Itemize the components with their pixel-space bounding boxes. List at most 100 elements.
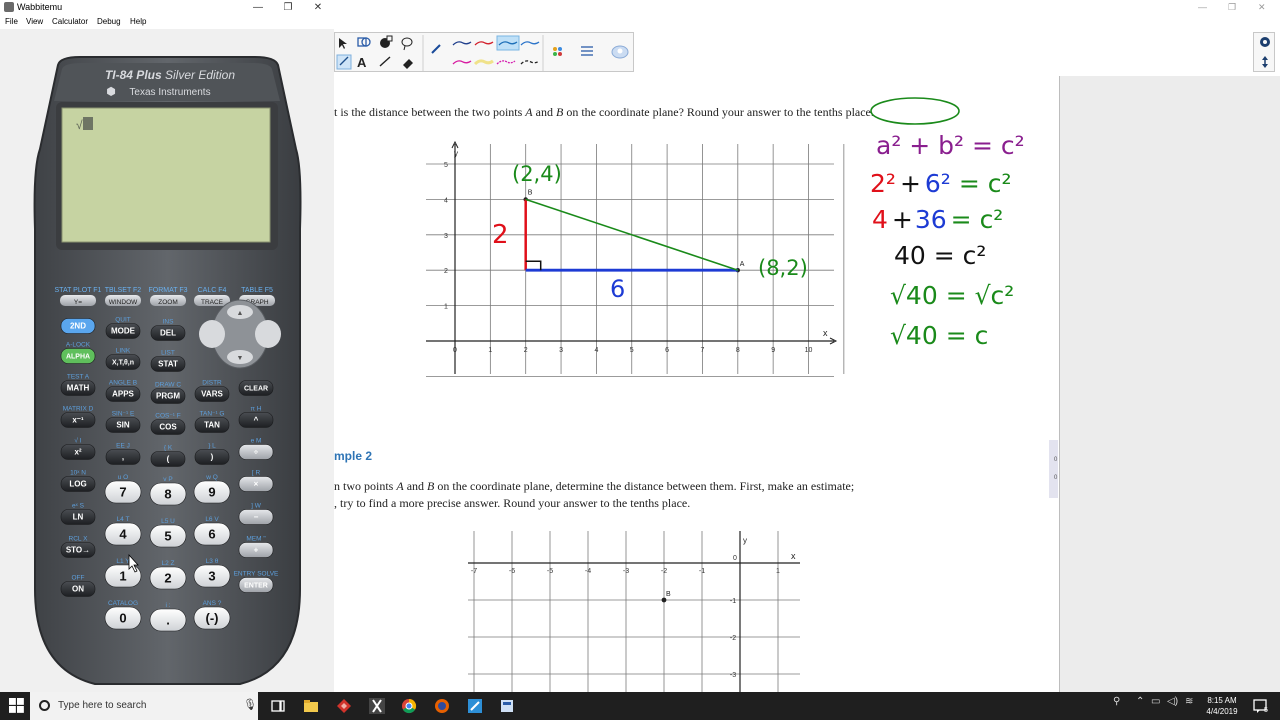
fill-icon[interactable] [380, 35, 393, 48]
windows-start-icon[interactable] [9, 698, 25, 714]
x-tick-label: 1 [488, 347, 492, 354]
key-label: DEL [160, 329, 176, 338]
key-label: SIN [116, 421, 130, 430]
x-tick-label: 10 [805, 347, 813, 354]
shapes-icon[interactable] [357, 37, 371, 47]
insert-icon[interactable] [553, 47, 562, 56]
file-explorer-icon[interactable] [303, 698, 319, 714]
x-tick-label: 1 [776, 568, 780, 575]
key-secondary-label: ANS ? [203, 600, 222, 607]
key-secondary-label: eˣ S [72, 503, 85, 510]
calculator-area: TI-84 Plus Silver Edition Texas Instrume… [0, 29, 334, 692]
chrome-icon[interactable] [401, 698, 417, 714]
pen-blue-icon[interactable] [452, 41, 472, 46]
key-label: LOG [69, 480, 86, 489]
key-label: MATH [67, 384, 90, 393]
x-tick-label: 3 [559, 347, 563, 354]
squares-line: 4 +36 = c² [872, 205, 1003, 234]
pen-dashed-icon[interactable] [496, 60, 516, 65]
eraser-icon[interactable] [403, 59, 413, 69]
key-secondary-label: { K [164, 445, 173, 452]
line-icon[interactable] [379, 56, 391, 67]
menu-help[interactable]: Help [130, 17, 146, 26]
key-secondary-label: e M [251, 438, 262, 445]
key-secondary-label: L2 Z [161, 560, 174, 567]
network-icon[interactable]: ▭ [1151, 696, 1160, 707]
pen-magenta-icon[interactable] [452, 60, 472, 65]
board-maximize-button[interactable]: ❐ [1228, 2, 1236, 13]
key-label: , [122, 453, 124, 462]
minimize-button[interactable]: — [243, 0, 273, 15]
pen-red-icon[interactable] [474, 41, 494, 46]
key-secondary-label: π H [251, 406, 262, 413]
key-label: LN [73, 513, 84, 522]
y-tick-label: -1 [730, 598, 736, 605]
x-tick-label: 4 [594, 347, 598, 354]
point-b [661, 597, 667, 603]
key-label: ) [211, 453, 214, 462]
key-secondary-label: LINK [116, 348, 131, 355]
chevron-up-tray-icon[interactable]: ⌃ [1136, 696, 1144, 707]
pen-lightblue-icon[interactable] [520, 41, 540, 46]
x-tick-label: 8 [736, 347, 740, 354]
func-key-label: WINDOW [109, 299, 138, 306]
point-a-coordinates: (8,2) [758, 256, 808, 280]
menu-debug[interactable]: Debug [97, 17, 121, 26]
move-arrows-icon[interactable] [1262, 56, 1268, 68]
y-tick-label: 5 [444, 162, 448, 169]
wabbitemu-app-icon [4, 2, 14, 12]
people-icon[interactable]: ⚲ [1113, 696, 1120, 707]
sticky-notes-icon[interactable] [467, 698, 483, 714]
pen-black-icon[interactable] [520, 60, 540, 65]
key-label: . [166, 612, 170, 627]
text-icon[interactable]: A [357, 55, 367, 70]
key-label: TAN [204, 421, 220, 430]
menu-calculator[interactable]: Calculator [52, 17, 88, 26]
wabbitemu-titlebar: Wabbitemu — ❐ ✕ [0, 0, 334, 15]
gear-icon[interactable] [1260, 37, 1270, 47]
calculator-brand: Texas Instruments [129, 87, 210, 98]
lasso-icon[interactable] [401, 37, 413, 51]
key-label: 5 [164, 528, 171, 543]
close-button[interactable]: ✕ [303, 0, 333, 15]
firefox-icon[interactable] [434, 698, 450, 714]
y-tick-label: 1 [444, 304, 448, 311]
key-secondary-label: DRAW C [155, 382, 181, 389]
menu-file[interactable]: File [5, 17, 18, 26]
chevron-up-icon: ▲ [237, 310, 244, 317]
line-tool-icon[interactable] [336, 54, 352, 70]
arrow-left-button[interactable] [199, 320, 225, 348]
calculator-screen[interactable] [61, 107, 271, 243]
key-secondary-label: TEST A [67, 374, 90, 381]
texas-logo-icon: ⬢ [106, 86, 116, 98]
wabbitemu-taskbar-icon[interactable] [369, 698, 385, 714]
taskbar-clock[interactable]: 8:15 AM 4/4/2019 [1200, 695, 1244, 717]
menu-view[interactable]: View [26, 17, 43, 26]
whiteboard-canvas[interactable]: y x 0 1 2 3 4 5 6 7 8 9 10 1 2 3 4 5 B A y x -7 -6 -5 -4 -3 -2 -1 0 1… [334, 76, 1060, 692]
magic-icon[interactable] [611, 45, 629, 59]
x-tick-label: 0 [733, 555, 737, 562]
volume-icon[interactable]: ◁) [1167, 696, 1178, 707]
wifi-icon[interactable]: ≋ [1185, 696, 1193, 707]
board-close-button[interactable]: ✕ [1258, 2, 1266, 13]
key-secondary-label: CATALOG [108, 600, 138, 607]
pen-icon[interactable] [431, 44, 441, 54]
app-red-icon[interactable] [336, 698, 352, 714]
x-tick-label: 5 [630, 347, 634, 354]
arrow-right-button[interactable] [255, 320, 281, 348]
table-icon[interactable] [581, 46, 593, 56]
vertical-leg-length: 2 [492, 220, 509, 250]
y-axis-label: y [743, 536, 747, 545]
key-label: 8 [164, 486, 171, 501]
cursor-icon[interactable] [339, 38, 347, 49]
key-label: 4 [119, 526, 127, 541]
taskbar-search[interactable]: Type here to search 🎙 [30, 692, 258, 720]
whiteboard-app-icon[interactable] [499, 698, 515, 714]
board-minimize-button[interactable]: — [1198, 2, 1207, 12]
highlighter-icon[interactable] [473, 59, 494, 66]
substitution-line: 2² +6² = c² [870, 169, 1012, 198]
maximize-button[interactable]: ❐ [273, 0, 303, 15]
task-view-icon[interactable] [270, 698, 286, 714]
microphone-icon[interactable]: 🎙 [243, 698, 257, 711]
x-tick-label: -5 [547, 568, 553, 575]
